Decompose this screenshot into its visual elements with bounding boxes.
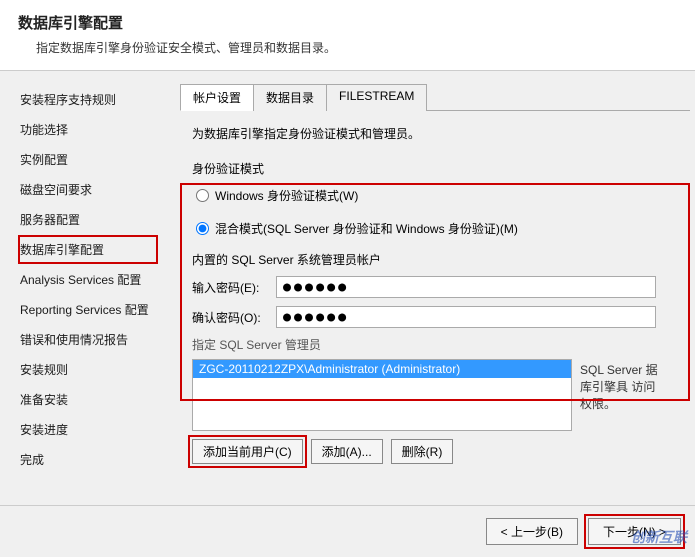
main-panel: 帐户设置 数据目录 FILESTREAM 为数据库引擎指定身份验证模式和管理员。… [168,71,695,516]
page-subtitle: 指定数据库引擎身份验证安全模式、管理员和数据目录。 [18,39,677,56]
auth-mode-label: 身份验证模式 [192,160,695,177]
list-item[interactable]: ZGC-20110212ZPX\Administrator (Administr… [193,360,571,378]
intro-text: 为数据库引擎指定身份验证模式和管理员。 [192,125,695,142]
radio-windows-input[interactable] [196,189,209,202]
tab-content: 为数据库引擎指定身份验证模式和管理员。 身份验证模式 Windows 身份验证模… [168,111,695,464]
sidebar: 安装程序支持规则 功能选择 实例配置 磁盘空间要求 服务器配置 数据库引擎配置 … [0,71,168,516]
page-title: 数据库引擎配置 [18,12,677,33]
add-current-user-button[interactable]: 添加当前用户(C) [192,439,303,464]
body: 安装程序支持规则 功能选择 实例配置 磁盘空间要求 服务器配置 数据库引擎配置 … [0,71,695,516]
tab-account[interactable]: 帐户设置 [180,84,254,111]
builtin-label: 内置的 SQL Server 系统管理员帐户 [192,251,695,268]
add-button[interactable]: 添加(A)... [311,439,383,464]
next-button[interactable]: 下一步(N) > [588,518,681,545]
radio-mixed-label: 混合模式(SQL Server 身份验证和 Windows 身份验证)(M) [215,220,518,237]
sidebar-item-error-reports[interactable]: 错误和使用情况报告 [18,325,158,354]
tabs: 帐户设置 数据目录 FILESTREAM [180,83,690,111]
sidebar-item-install-progress[interactable]: 安装进度 [18,415,158,444]
sidebar-item-instance-config[interactable]: 实例配置 [18,145,158,174]
remove-button[interactable]: 删除(R) [391,439,454,464]
radio-windows-auth[interactable]: Windows 身份验证模式(W) [192,187,695,204]
admins-label: 指定 SQL Server 管理员 [192,336,695,353]
sidebar-item-server-config[interactable]: 服务器配置 [18,205,158,234]
radio-mixed-input[interactable] [196,222,209,235]
confirm-row: 确认密码(O): [192,306,695,328]
admins-wrap: ZGC-20110212ZPX\Administrator (Administr… [192,359,695,431]
radio-windows-label: Windows 身份验证模式(W) [215,187,358,204]
sidebar-item-reporting-services[interactable]: Reporting Services 配置 [18,295,158,324]
sidebar-item-feature-select[interactable]: 功能选择 [18,115,158,144]
password-label: 输入密码(E): [192,279,276,296]
tab-data-dir[interactable]: 数据目录 [253,84,327,111]
admins-side-text: SQL Server 据库引擎具 访问权限。 [580,359,660,431]
sidebar-item-analysis-services[interactable]: Analysis Services 配置 [18,265,158,294]
sidebar-item-install-rules[interactable]: 安装规则 [18,355,158,384]
header: 数据库引擎配置 指定数据库引擎身份验证安全模式、管理员和数据目录。 [0,0,695,71]
tab-filestream[interactable]: FILESTREAM [326,84,427,111]
sidebar-item-complete[interactable]: 完成 [18,445,158,474]
sidebar-item-db-engine-config[interactable]: 数据库引擎配置 [18,235,158,264]
footer: < 上一步(B) 下一步(N) > [0,505,695,557]
admins-listbox[interactable]: ZGC-20110212ZPX\Administrator (Administr… [192,359,572,431]
radio-mixed-auth[interactable]: 混合模式(SQL Server 身份验证和 Windows 身份验证)(M) [192,220,695,237]
confirm-input[interactable] [276,306,656,328]
password-row: 输入密码(E): [192,276,695,298]
password-input[interactable] [276,276,656,298]
sidebar-item-ready-install[interactable]: 准备安装 [18,385,158,414]
sidebar-item-disk-space[interactable]: 磁盘空间要求 [18,175,158,204]
back-button[interactable]: < 上一步(B) [486,518,578,545]
sidebar-item-setup-rules[interactable]: 安装程序支持规则 [18,85,158,114]
confirm-label: 确认密码(O): [192,309,276,326]
admin-buttons: 添加当前用户(C) 添加(A)... 删除(R) [192,439,695,464]
